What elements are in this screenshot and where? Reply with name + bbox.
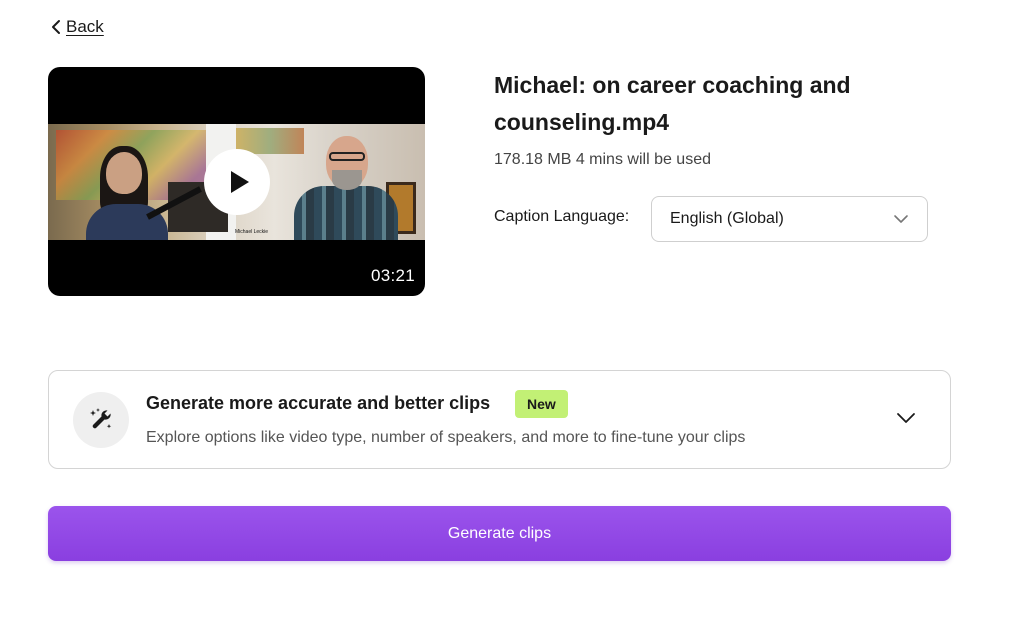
options-card-title: Generate more accurate and better clips [146,393,491,413]
chevron-down-icon [894,215,908,223]
play-icon [231,171,249,193]
back-label: Back [66,17,104,36]
new-badge: New [515,390,568,418]
caption-language-select[interactable]: English (Global) [651,196,928,242]
caption-language-label: Caption Language: [494,208,630,225]
advanced-options-card[interactable]: Generate more accurate and better clips … [48,370,951,469]
generate-clips-button[interactable]: Generate clips [48,506,951,561]
file-meta: 178.18 MB 4 mins will be used [494,151,711,168]
video-duration: 03:21 [370,266,415,285]
caption-language-value: English (Global) [670,210,784,227]
play-button[interactable] [204,149,270,215]
speaker-nameplate: Michael Leckie [235,229,269,235]
video-preview[interactable]: Michael Leckie 03:21 [48,67,425,296]
options-card-description: Explore options like video type, number … [146,429,746,446]
chevron-down-icon[interactable] [896,412,916,424]
magic-wrench-icon [73,392,129,448]
chevron-left-icon [52,20,60,34]
file-title: Michael: on career coaching and counseli… [494,72,851,135]
back-link[interactable]: Back [50,17,104,37]
